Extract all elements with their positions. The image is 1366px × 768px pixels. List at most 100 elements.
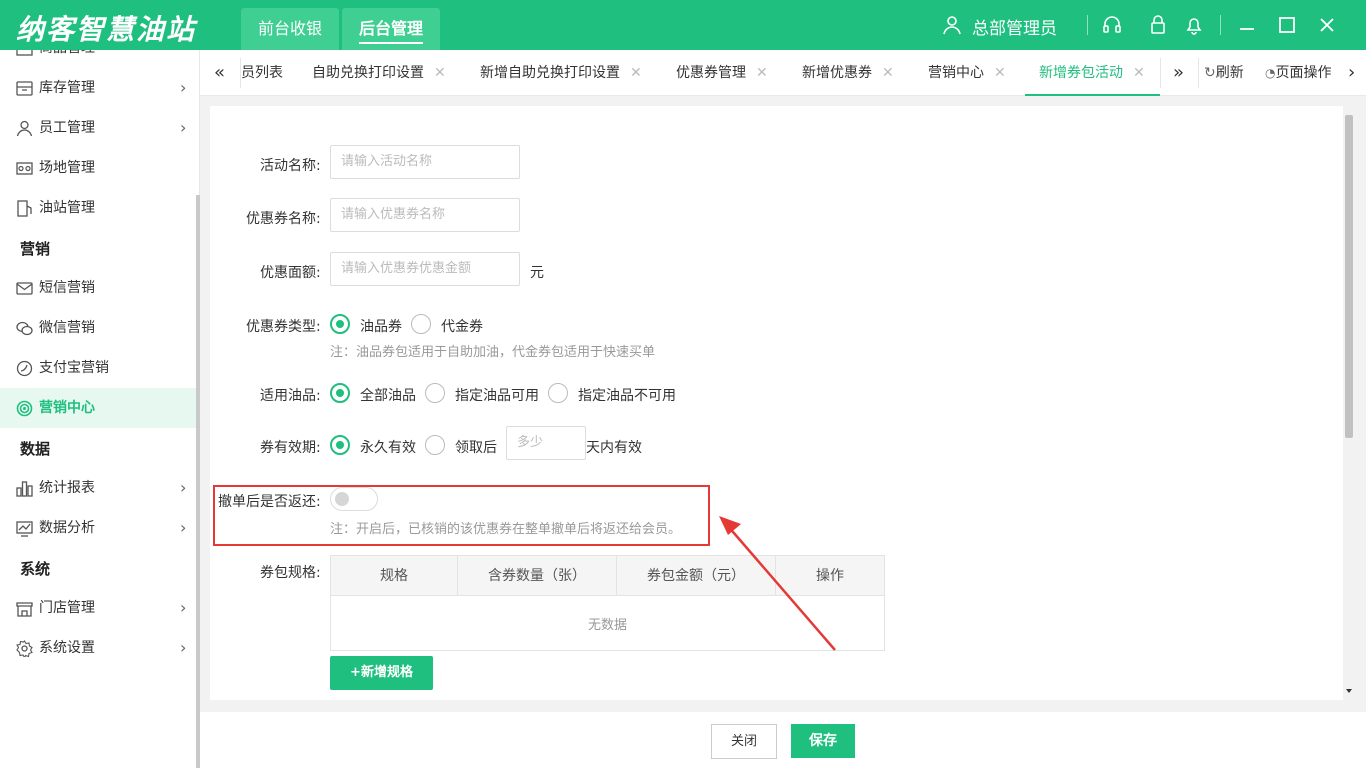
sidebar-item-stores[interactable]: 门店管理 › [0,588,196,628]
radio-oil-coupon[interactable] [330,314,350,334]
sidebar-item-label: 门店管理 [39,600,95,616]
column-header: 规格 [331,556,458,596]
sidebar-item-label: 支付宝营销 [39,360,109,376]
user-name[interactable]: 总部管理员 [972,14,1057,39]
sidebar-item-wechat[interactable]: 微信营销 [0,308,196,348]
tab-front-cashier[interactable]: 前台收银 [241,8,339,50]
page-tab-label: 员列表 [241,65,283,81]
page-tab-label: 营销中心 [928,65,984,81]
chevron-right-icon: › [180,638,187,657]
sidebar-item-label: 微信营销 [39,320,95,336]
page-ops-button[interactable]: ◔页面操作 [1265,50,1331,96]
radio-all-oil[interactable] [330,383,350,403]
maximize-icon[interactable] [1277,15,1297,35]
activity-name-input[interactable]: 请输入活动名称 [330,145,520,179]
gauge-icon: ◔ [1265,66,1276,80]
save-button[interactable]: 保存 [791,724,855,758]
package-spec-label: 券包规格: [260,565,321,581]
radio-specified-oil-label: 指定油品可用 [455,388,539,404]
radio-excluded-oil[interactable] [548,383,568,403]
coupon-amount-label: 优惠面额: [260,265,321,281]
page-tab-active[interactable]: 新增券包活动 ✕ [1025,50,1160,96]
coupon-name-input[interactable]: 请输入优惠券名称 [330,198,520,232]
page-tab[interactable]: 自助兑换打印设置 ✕ [312,50,446,96]
divider [1198,58,1199,88]
sidebar-item-label: 数据分析 [39,520,95,536]
radio-after-claim[interactable] [425,435,445,455]
sidebar-item-staff[interactable]: 员工管理 › [0,108,196,148]
sidebar-section-marketing: 营销 [20,240,51,258]
close-tab-icon[interactable]: ✕ [994,65,1006,81]
validity-days-suffix: 天内有效 [586,440,642,456]
page-tab[interactable]: 新增优惠券 ✕ [802,50,894,96]
content-scrollbar[interactable] [1345,105,1353,695]
sidebar-item-inventory[interactable]: 库存管理 › [0,68,196,108]
radio-permanent-label: 永久有效 [360,440,416,456]
page-tab[interactable]: 优惠券管理 ✕ [676,50,768,96]
close-tab-icon[interactable]: ✕ [756,65,768,81]
page-tab[interactable]: 员列表 [241,50,283,96]
close-button[interactable]: 关闭 [711,724,777,759]
headset-icon[interactable] [1102,15,1122,35]
validity-days-input[interactable]: 多少 [506,426,586,460]
chart-icon [16,481,33,497]
close-tab-icon[interactable]: ✕ [1133,65,1145,81]
sidebar-item-label: 营销中心 [39,400,95,416]
add-spec-button[interactable]: +新增规格 [330,656,433,690]
close-tab-icon[interactable]: ✕ [630,65,642,81]
close-tab-icon[interactable]: ✕ [434,65,446,81]
tab-backend-admin[interactable]: 后台管理 [342,8,440,50]
sidebar: 商品管理 库存管理 › 员工管理 › 场地管理 油站管理 营销 短信营销 微信营… [0,50,200,768]
empty-state: 无数据 [587,618,627,633]
settings-icon [16,640,33,657]
sidebar-item-settings[interactable]: 系统设置 › [0,628,196,668]
person-icon [16,120,33,137]
close-window-icon[interactable] [1317,15,1337,35]
coupon-amount-input[interactable]: 请输入优惠券优惠金额 [330,252,520,286]
lock-icon[interactable] [1148,15,1168,35]
refresh-button[interactable]: ↻刷新 [1204,50,1244,96]
sidebar-item-sms[interactable]: 短信营销 [0,268,196,308]
sidebar-item-label: 库存管理 [39,80,95,96]
sidebar-item-label: 短信营销 [39,280,95,296]
radio-permanent[interactable] [330,435,350,455]
chevron-right-icon: › [180,598,187,617]
chevron-right-icon: › [180,78,187,97]
sidebar-item-analysis[interactable]: 数据分析 › [0,508,196,548]
sidebar-item-venue[interactable]: 场地管理 [0,148,196,188]
radio-specified-oil[interactable] [425,383,445,403]
radio-all-oil-label: 全部油品 [360,388,416,404]
column-header: 含券数量（张） [458,556,617,596]
sidebar-item-marketing-center[interactable]: 营销中心 [0,388,196,428]
page-tab[interactable]: 新增自助兑换打印设置 ✕ [480,50,642,96]
close-tab-icon[interactable]: ✕ [882,65,894,81]
radio-cash-coupon[interactable] [411,314,431,334]
mail-icon [16,282,33,295]
tabs-more-button[interactable]: › [1348,50,1355,96]
sidebar-item-station[interactable]: 油站管理 [0,188,196,228]
sidebar-item-reports[interactable]: 统计报表 › [0,468,196,508]
chevron-right-icon: › [180,118,187,137]
sidebar-item-goods[interactable]: 商品管理 [0,50,196,68]
coupon-type-note: 注：油品券包适用于自助加油，代金券包适用于快速买单 [330,345,656,360]
validity-label: 券有效期: [260,440,321,456]
radio-oil-coupon-label: 油品券 [360,319,402,335]
divider [1160,58,1161,88]
tabs-prev-button[interactable]: « [214,50,225,96]
chevron-right-icon: › [180,518,187,537]
footer-bar [200,712,1366,768]
page-tab-label: 新增优惠券 [802,65,872,81]
sidebar-item-alipay[interactable]: 支付宝营销 [0,348,196,388]
minimize-icon[interactable] [1237,15,1257,35]
spec-table: 规格 含券数量（张） 券包金额（元） 操作 无数据 [330,555,885,651]
activity-name-label: 活动名称: [260,158,321,174]
bell-icon[interactable] [1184,15,1204,35]
tabs-next-button[interactable]: » [1173,50,1184,96]
coupon-type-label: 优惠券类型: [246,319,321,335]
coupon-name-label: 优惠券名称: [246,211,321,227]
page-tab[interactable]: 营销中心 ✕ [928,50,1006,96]
refresh-icon: ↻ [1204,65,1216,81]
sidebar-item-label: 系统设置 [39,640,95,656]
alipay-icon [16,360,33,377]
page-ops-label: 页面操作 [1275,65,1332,81]
